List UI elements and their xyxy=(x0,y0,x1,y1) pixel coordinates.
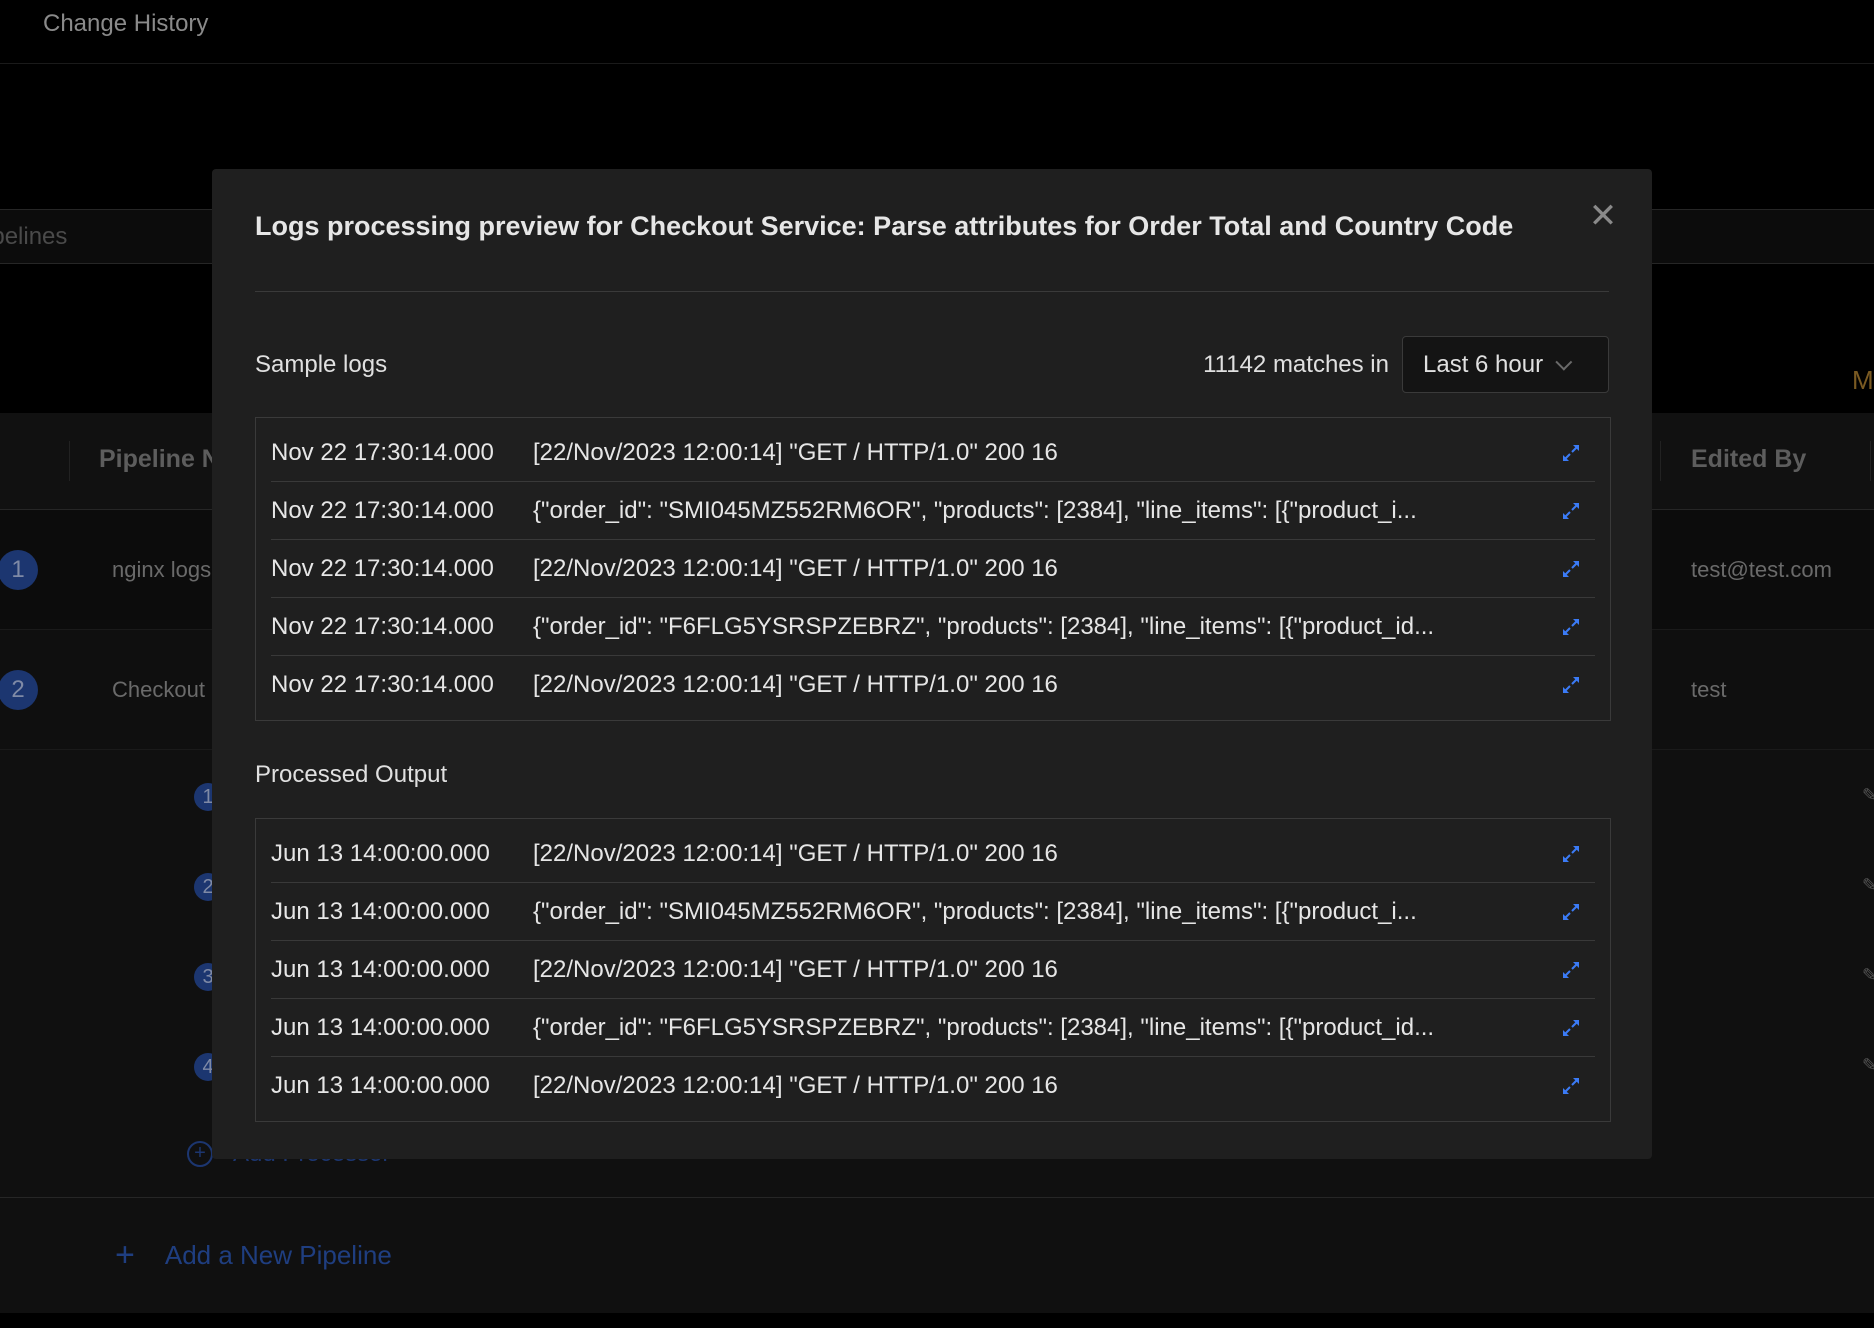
log-message: {"order_id": "F6FLG5YSRSPZEBRZ", "produc… xyxy=(533,1013,1435,1041)
log-row[interactable]: Nov 22 17:30:14.000 [22/Nov/2023 12:00:14… xyxy=(271,540,1595,598)
expand-icon[interactable] xyxy=(1561,844,1581,864)
log-timestamp: Nov 22 17:30:14.000 xyxy=(271,554,494,582)
logs-preview-modal: Logs processing preview for Checkout Ser… xyxy=(212,169,1652,1159)
expand-icon[interactable] xyxy=(1561,675,1581,695)
log-row[interactable]: Jun 13 14:00:00.000 [22/Nov/2023 12:00:14… xyxy=(271,1057,1595,1115)
log-row[interactable]: Nov 22 17:30:14.000 {"order_id": "F6FLG5Y… xyxy=(271,598,1595,656)
expand-icon[interactable] xyxy=(1561,559,1581,579)
time-range-select[interactable]: Last 6 hour xyxy=(1402,336,1609,393)
modal-title: Logs processing preview for Checkout Ser… xyxy=(255,211,1514,241)
chevron-down-icon xyxy=(1555,353,1573,371)
log-timestamp: Jun 13 14:00:00.000 xyxy=(271,955,490,983)
processed-logs-list: Jun 13 14:00:00.000 [22/Nov/2023 12:00:14… xyxy=(255,818,1611,1122)
edit-icon[interactable]: ✎ xyxy=(1862,1055,1874,1075)
edited-by: test@test.com xyxy=(1691,557,1832,582)
log-message: [22/Nov/2023 12:00:14] "GET / HTTP/1.0" … xyxy=(533,955,1058,983)
log-timestamp: Jun 13 14:00:00.000 xyxy=(271,839,490,867)
log-message: {"order_id": "SMI045MZ552RM6OR", "produc… xyxy=(533,897,1417,925)
log-timestamp: Jun 13 14:00:00.000 xyxy=(271,1072,490,1099)
log-message: [22/Nov/2023 12:00:14] "GET / HTTP/1.0" … xyxy=(533,839,1058,867)
log-message: [22/Nov/2023 12:00:14] "GET / HTTP/1.0" … xyxy=(533,671,1058,698)
divider xyxy=(0,1197,1874,1198)
row-index-badge: 2 xyxy=(0,670,38,710)
column-divider xyxy=(1660,441,1661,481)
expand-icon[interactable] xyxy=(1561,443,1581,463)
matches-count: 11142 matches in xyxy=(1203,351,1389,378)
log-timestamp: Nov 22 17:30:14.000 xyxy=(271,612,494,640)
bottom-bar xyxy=(0,1313,1874,1328)
column-divider xyxy=(1870,441,1871,481)
log-row[interactable]: Jun 13 14:00:00.000 [22/Nov/2023 12:00:14… xyxy=(271,941,1595,999)
edit-icon[interactable]: ✎ xyxy=(1862,785,1874,805)
tab-pipelines[interactable]: Pipelines xyxy=(0,223,67,251)
log-row[interactable]: Nov 22 17:30:14.000 {"order_id": "SMI045M… xyxy=(271,482,1595,540)
log-message: [22/Nov/2023 12:00:14] "GET / HTTP/1.0" … xyxy=(533,554,1058,582)
expand-icon[interactable] xyxy=(1561,1076,1581,1096)
log-message: [22/Nov/2023 12:00:14] "GET / HTTP/1.0" … xyxy=(533,438,1058,466)
plus-circle-icon: + xyxy=(187,1141,213,1167)
expand-icon[interactable] xyxy=(1561,960,1581,980)
sample-logs-list: Nov 22 17:30:14.000 [22/Nov/2023 12:00:14… xyxy=(255,417,1611,721)
edit-icon[interactable]: ✎ xyxy=(1862,875,1874,895)
expand-icon[interactable] xyxy=(1561,902,1581,922)
log-timestamp: Jun 13 14:00:00.000 xyxy=(271,897,490,925)
pipeline-name: Checkout xyxy=(112,677,205,702)
log-message: {"order_id": "F6FLG5YSRSPZEBRZ", "produc… xyxy=(533,612,1435,640)
log-timestamp: Nov 22 17:30:14.000 xyxy=(271,438,494,466)
top-nav: Change History xyxy=(0,0,1874,64)
log-timestamp: Nov 22 17:30:14.000 xyxy=(271,671,494,698)
column-divider xyxy=(69,441,70,481)
close-icon[interactable]: ✕ xyxy=(1587,199,1619,233)
expand-icon[interactable] xyxy=(1561,1018,1581,1038)
log-row[interactable]: Nov 22 17:30:14.000 [22/Nov/2023 12:00:14… xyxy=(271,656,1595,714)
log-timestamp: Jun 13 14:00:00.000 xyxy=(271,1013,490,1041)
log-row[interactable]: Jun 13 14:00:00.000 [22/Nov/2023 12:00:14… xyxy=(271,825,1595,883)
expand-icon[interactable] xyxy=(1561,501,1581,521)
mode-link[interactable]: M xyxy=(1852,365,1874,396)
row-index-badge: 1 xyxy=(0,550,38,590)
pipeline-name: nginx logs xyxy=(112,557,212,582)
tab-change-history[interactable]: Change History xyxy=(43,10,208,38)
log-message: {"order_id": "SMI045MZ552RM6OR", "produc… xyxy=(533,496,1417,524)
log-message: [22/Nov/2023 12:00:14] "GET / HTTP/1.0" … xyxy=(533,1072,1058,1099)
divider xyxy=(255,291,1609,292)
log-row[interactable]: Nov 22 17:30:14.000 [22/Nov/2023 12:00:14… xyxy=(271,424,1595,482)
log-timestamp: Nov 22 17:30:14.000 xyxy=(271,496,494,524)
sample-logs-label: Sample logs xyxy=(255,351,388,378)
add-pipeline-button[interactable]: + Add a New Pipeline xyxy=(115,1236,392,1275)
processed-output-label: Processed Output xyxy=(255,761,448,788)
plus-icon: + xyxy=(115,1236,135,1274)
edited-by: test xyxy=(1691,677,1727,702)
header-edited-by: Edited By xyxy=(1691,445,1807,473)
edit-icon[interactable]: ✎ xyxy=(1862,965,1874,985)
expand-icon[interactable] xyxy=(1561,617,1581,637)
add-pipeline-label: Add a New Pipeline xyxy=(164,1240,392,1270)
log-row[interactable]: Jun 13 14:00:00.000 {"order_id": "SMI045M… xyxy=(271,883,1595,941)
log-row[interactable]: Jun 13 14:00:00.000 {"order_id": "F6FLG5Y… xyxy=(271,999,1595,1057)
time-range-value: Last 6 hour xyxy=(1423,350,1544,378)
